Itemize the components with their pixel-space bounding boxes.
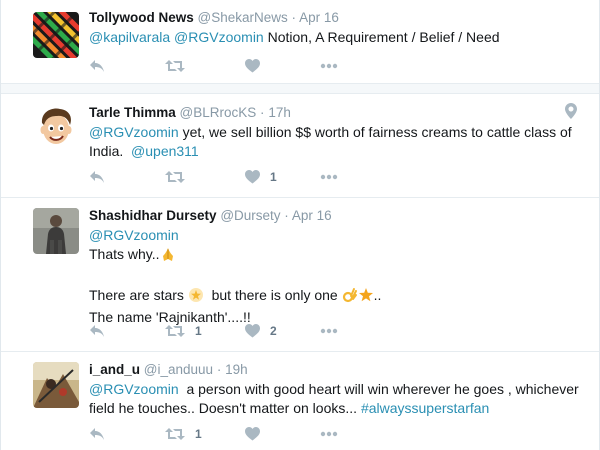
retweet-button[interactable]: 1 xyxy=(165,427,202,441)
retweet-button[interactable]: 1 xyxy=(165,324,202,338)
like-button[interactable] xyxy=(245,59,270,73)
tweet[interactable]: Shashidhar Dursety @Dursety · Apr 16 @RG… xyxy=(1,198,599,352)
more-button[interactable] xyxy=(320,63,338,69)
avatar[interactable] xyxy=(33,362,79,408)
tweet-line: .. xyxy=(373,287,382,303)
more-button[interactable] xyxy=(320,174,338,180)
reply-icon xyxy=(90,428,104,440)
tweet-text: @RGVzoomin a person with good heart will… xyxy=(89,380,579,418)
timestamp[interactable]: 19h xyxy=(225,362,248,377)
retweet-button[interactable] xyxy=(165,59,195,73)
mention-link[interactable]: @RGVzoomin xyxy=(89,227,179,243)
like-count: 1 xyxy=(270,170,277,184)
reply-button[interactable] xyxy=(89,324,105,338)
avatar[interactable] xyxy=(33,105,79,151)
reply-button[interactable] xyxy=(89,427,105,441)
ok-hand-emoji xyxy=(342,287,358,308)
tweet[interactable]: Tollywood News @ShekarNews · Apr 16 @kap… xyxy=(1,0,599,84)
more-icon xyxy=(320,63,338,69)
retweet-count: 1 xyxy=(195,427,202,441)
tweet-text-body: Notion, A Requirement / Belief / Need xyxy=(267,29,500,45)
user-handle[interactable]: @Dursety xyxy=(220,208,280,223)
mention-link[interactable]: @kapilvarala xyxy=(89,29,170,45)
user-handle[interactable]: @BLRrocKS xyxy=(180,105,257,120)
display-name[interactable]: Tarle Thimma xyxy=(89,105,176,120)
avatar-image xyxy=(33,208,79,254)
avatar-image xyxy=(33,362,79,408)
tweet[interactable]: Tarle Thimma @BLRrocKS · 17h @RGVzoomin … xyxy=(1,95,599,198)
retweet-count: 1 xyxy=(195,324,202,338)
heart-icon xyxy=(245,59,260,73)
user-handle[interactable]: @ShekarNews xyxy=(198,10,288,25)
timestamp[interactable]: Apr 16 xyxy=(299,10,339,25)
mention-link[interactable]: @RGVzoomin xyxy=(89,124,179,140)
mention-link[interactable]: @upen311 xyxy=(131,143,199,159)
more-icon xyxy=(320,431,338,437)
separator: · xyxy=(216,362,222,377)
retweet-button[interactable] xyxy=(165,170,195,184)
like-button[interactable] xyxy=(245,427,270,441)
reply-icon xyxy=(90,60,104,72)
tweet-header: Shashidhar Dursety @Dursety · Apr 16 xyxy=(89,207,579,225)
more-icon xyxy=(320,174,338,180)
more-icon xyxy=(320,328,338,334)
reply-icon xyxy=(90,171,104,183)
glowing-star-emoji xyxy=(358,287,374,308)
retweet-icon xyxy=(165,428,185,440)
reply-icon xyxy=(90,325,104,337)
like-button[interactable]: 1 xyxy=(245,170,277,184)
tweet[interactable]: i_and_u @i_anduuu · 19h @RGVzoomin a per… xyxy=(1,352,599,450)
dizzy-star-emoji xyxy=(188,287,204,308)
timeline: Tollywood News @ShekarNews · Apr 16 @kap… xyxy=(0,0,600,450)
more-button[interactable] xyxy=(320,328,338,334)
tweet-header: Tarle Thimma @BLRrocKS · 17h xyxy=(89,104,579,122)
tweet-separator xyxy=(1,84,599,94)
display-name[interactable]: Shashidhar Dursety xyxy=(89,208,217,223)
reply-button[interactable] xyxy=(89,59,105,73)
reply-button[interactable] xyxy=(89,170,105,184)
tweet-line: There are stars xyxy=(89,287,184,303)
timestamp[interactable]: Apr 16 xyxy=(292,208,332,223)
folded-hands-emoji xyxy=(160,246,176,267)
avatar-image xyxy=(33,12,79,58)
retweet-icon xyxy=(165,171,185,183)
display-name[interactable]: i_and_u xyxy=(89,362,140,377)
tweet-header: Tollywood News @ShekarNews · Apr 16 xyxy=(89,9,579,27)
retweet-icon xyxy=(165,325,185,337)
mention-link[interactable]: @RGVzoomin xyxy=(174,29,264,45)
tweet-text: @RGVzoomin Thats why.. There are stars b… xyxy=(89,226,579,327)
timestamp[interactable]: 17h xyxy=(268,105,291,120)
hashtag-link[interactable]: #alwayssuperstarfan xyxy=(361,400,489,416)
like-count: 2 xyxy=(270,324,277,338)
tweet-text: @kapilvarala @RGVzoomin Notion, A Requir… xyxy=(89,28,579,47)
tweet-line: The name 'Rajnikanth'....!! xyxy=(89,309,251,325)
tweet-line: but there is only one xyxy=(211,287,338,303)
tweet-line: Thats why.. xyxy=(89,246,160,262)
avatar[interactable] xyxy=(33,12,79,58)
display-name[interactable]: Tollywood News xyxy=(89,10,194,25)
retweet-icon xyxy=(165,60,185,72)
separator: · xyxy=(291,10,297,25)
avatar-image xyxy=(33,105,79,151)
separator: · xyxy=(260,105,265,120)
heart-icon xyxy=(245,170,260,184)
separator: · xyxy=(284,208,289,223)
tweet-text: @RGVzoomin yet, we sell billion $$ worth… xyxy=(89,123,579,161)
more-button[interactable] xyxy=(320,431,338,437)
like-button[interactable]: 2 xyxy=(245,324,277,338)
heart-icon xyxy=(245,324,260,338)
mention-link[interactable]: @RGVzoomin xyxy=(89,381,179,397)
user-handle[interactable]: @i_anduuu xyxy=(144,362,213,377)
tweet-header: i_and_u @i_anduuu · 19h xyxy=(89,361,579,379)
heart-icon xyxy=(245,427,260,441)
avatar[interactable] xyxy=(33,208,79,254)
